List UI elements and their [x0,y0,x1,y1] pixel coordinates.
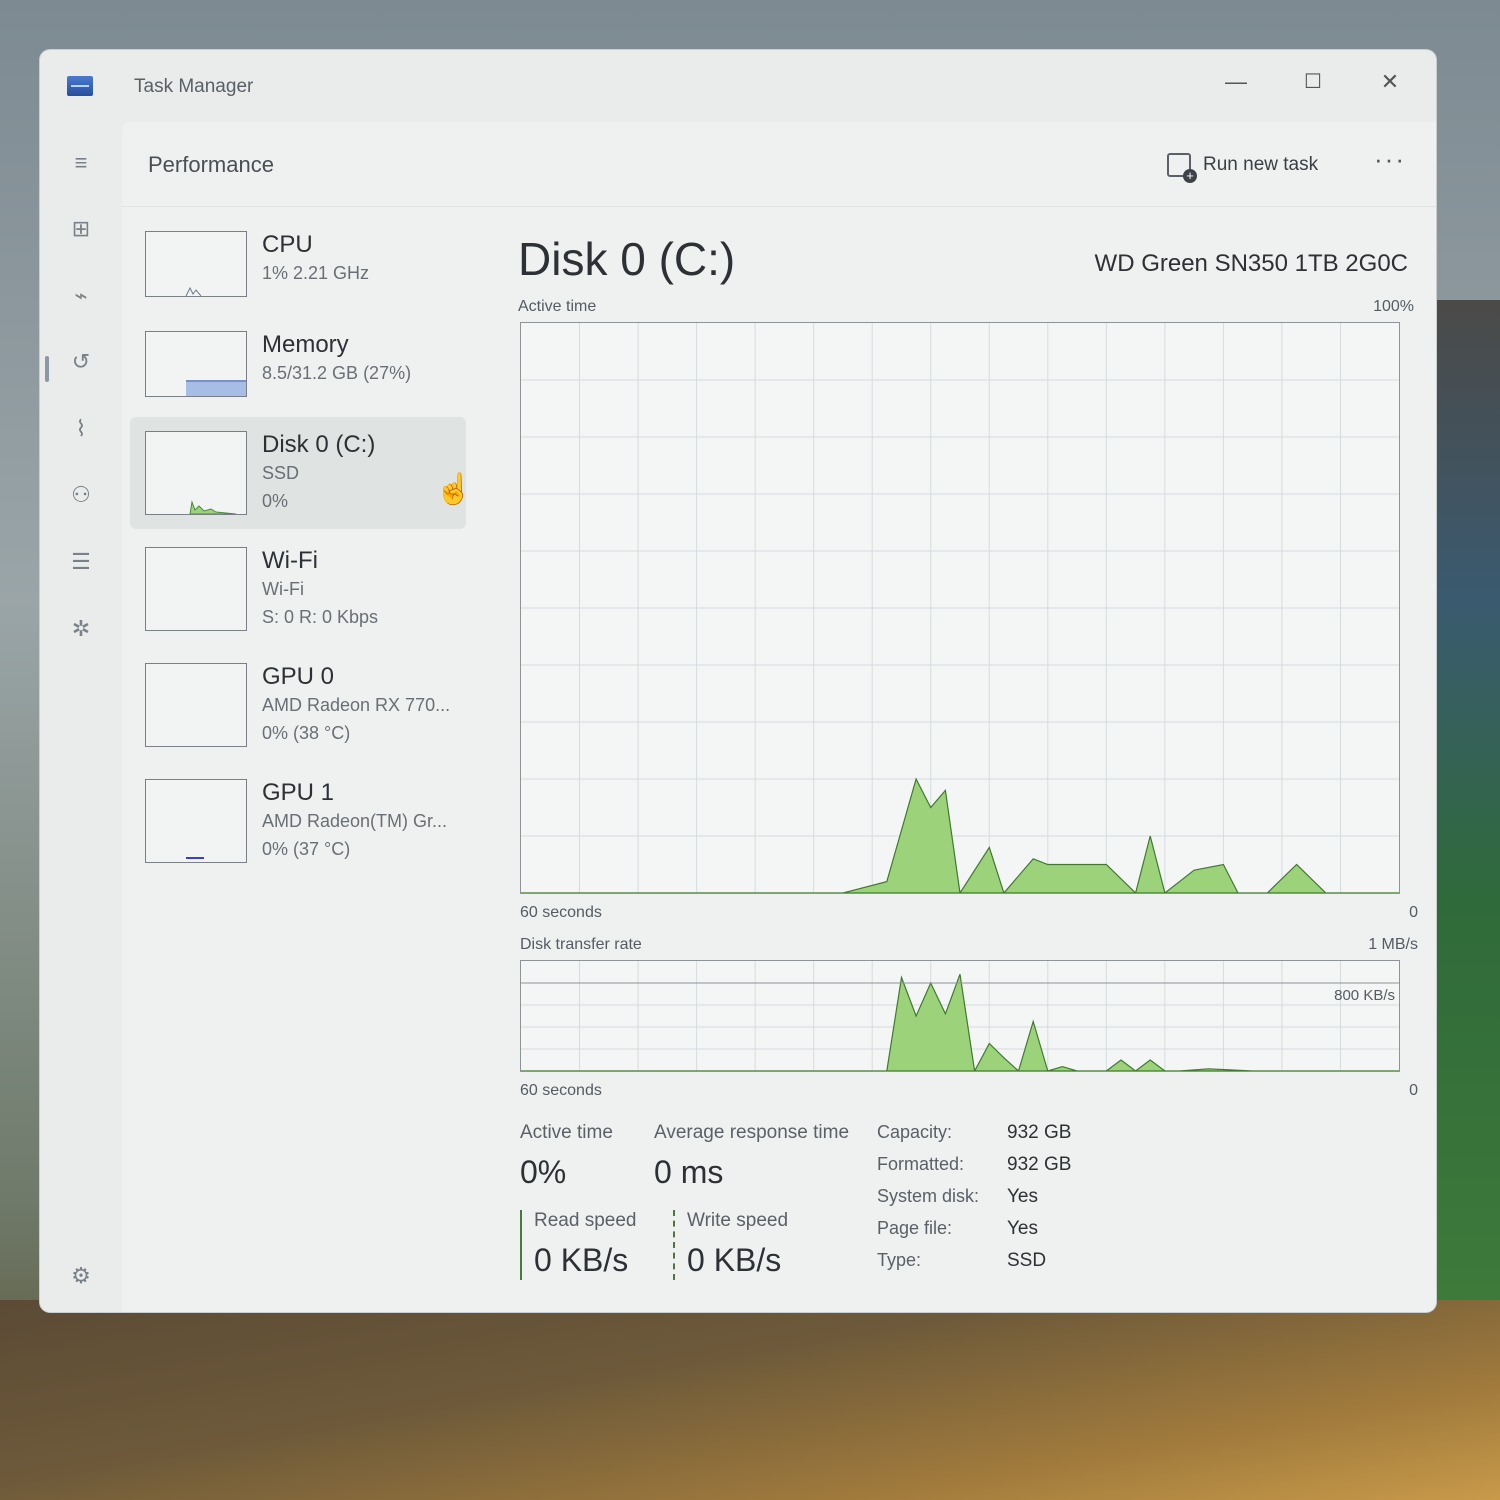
hamburger-icon[interactable]: ≡ [64,146,98,180]
read-speed-indicator [520,1210,522,1280]
wifi-thumbnail [145,547,247,631]
transfer-rate-chart-svg [521,961,1399,1073]
sidebar-item-gpu0[interactable]: GPU 0 AMD Radeon RX 770... 0% (38 °C) [130,649,466,761]
sidebar-item-gpu1[interactable]: GPU 1 AMD Radeon(TM) Gr... 0% (37 °C) [130,765,466,877]
details-icon[interactable]: ☰ [64,545,98,579]
disk-thumbnail [145,431,247,515]
sidebar-item-cpu[interactable]: CPU 1% 2.21 GHz [130,217,466,329]
page-file-label: Page file: [877,1218,953,1238]
read-speed-value: 0 KB/s [534,1242,629,1278]
memory-usage: 8.5/31.2 GB (27%) [262,363,412,383]
type-value: SSD [1007,1250,1047,1271]
active-time-value: 0% [520,1154,567,1190]
gpu1-name: AMD Radeon(TM) Gr... [262,811,448,831]
active-time-chart-xleft: 60 seconds [520,904,602,921]
users-icon[interactable]: ⚇ [64,478,98,512]
memory-title: Memory [262,331,349,358]
cpu-title: CPU [262,231,313,258]
active-time-label: Active time [520,1122,613,1143]
transfer-chart-label: Disk transfer rate [520,936,642,953]
gpu0-thumbnail [145,663,247,747]
transfer-chart-max: 1 MB/s [1368,936,1418,953]
startup-apps-icon[interactable]: ⌇ [64,412,98,446]
wifi-name: Wi-Fi [262,579,304,599]
page-title: Performance [148,152,274,177]
cpu-usage: 1% 2.21 GHz [262,263,370,283]
gpu1-title: GPU 1 [262,779,335,806]
gpu1-usage: 0% (37 °C) [262,839,351,859]
minimize-button[interactable]: — [1206,62,1266,102]
services-icon[interactable]: ✲ [64,612,98,646]
app-history-icon[interactable]: ↺ [64,345,98,379]
task-manager-icon [67,76,93,96]
task-manager-window: Task Manager — ☐ ✕ ≡ ⊞ ⌁ ↺ ⌇ ⚇ ☰ ✲ ⚙ Per… [40,50,1436,1312]
active-time-chart-svg [521,323,1399,895]
sidebar-item-disk0[interactable]: Disk 0 (C:) SSD 0% ☝ [130,417,472,529]
nav-rail: ≡ ⊞ ⌁ ↺ ⌇ ⚇ ☰ ✲ ⚙ [40,122,122,1312]
active-time-chart-xright: 0 [1409,904,1418,921]
content-pane: Performance Run new task ··· CPU 1% 2.21… [122,122,1436,1312]
avg-response-value: 0 ms [654,1154,724,1190]
performance-icon[interactable]: ⌁ [64,279,98,313]
window-title: Task Manager [134,76,254,97]
transfer-chart-mid: 800 KB/s [1334,987,1395,1004]
run-new-task-label: Run new task [1203,154,1319,175]
active-time-chart-label: Active time [518,298,597,315]
desktop-wallpaper-right [1430,300,1500,1300]
active-indicator [45,356,49,382]
run-task-icon [1167,153,1197,183]
title-bar: Task Manager — ☐ ✕ [40,50,1436,122]
disk-type: SSD [262,463,300,483]
transfer-chart-xleft: 60 seconds [520,1082,602,1099]
system-disk-label: System disk: [877,1186,980,1206]
disk-usage: 0% [262,491,289,511]
write-speed-label: Write speed [687,1210,789,1231]
maximize-button[interactable]: ☐ [1283,62,1343,102]
gpu1-thumbnail [145,779,247,863]
system-disk-value: Yes [1007,1186,1038,1207]
wifi-throughput: S: 0 R: 0 Kbps [262,607,379,627]
gpu0-name: AMD Radeon RX 770... [262,695,451,715]
disk-model: WD Green SN350 1TB 2G0C [1094,250,1408,277]
sidebar-item-wifi[interactable]: Wi-Fi Wi-Fi S: 0 R: 0 Kbps [130,533,466,645]
read-speed-label: Read speed [534,1210,637,1231]
transfer-rate-chart: 800 KB/s [520,960,1400,1073]
gpu0-title: GPU 0 [262,663,335,690]
desktop-wallpaper-bottom [0,1300,1500,1500]
memory-thumbnail [145,331,247,397]
settings-icon[interactable]: ⚙ [64,1259,98,1293]
formatted-label: Formatted: [877,1154,965,1174]
more-options-button[interactable]: ··· [1374,144,1406,175]
series-area [521,973,1399,1073]
cpu-thumbnail [145,231,247,297]
close-button[interactable]: ✕ [1360,62,1420,102]
sidebar-item-memory[interactable]: Memory 8.5/31.2 GB (27%) [130,317,466,429]
capacity-value: 932 GB [1007,1122,1072,1143]
formatted-value: 932 GB [1007,1154,1072,1175]
write-speed-indicator [673,1210,675,1280]
wifi-title: Wi-Fi [262,547,318,574]
gpu0-usage: 0% (38 °C) [262,723,351,743]
transfer-chart-xright: 0 [1409,1082,1418,1099]
avg-response-label: Average response time [654,1122,850,1143]
header-divider [122,206,1436,207]
detail-title: Disk 0 (C:) [518,233,736,285]
disk-title: Disk 0 (C:) [262,431,376,458]
write-speed-value: 0 KB/s [687,1242,782,1278]
type-label: Type: [877,1250,922,1270]
page-file-value: Yes [1007,1218,1038,1239]
processes-icon[interactable]: ⊞ [64,212,98,246]
capacity-label: Capacity: [877,1122,953,1142]
active-time-chart [520,322,1400,895]
hand-cursor-icon: ☝ [435,473,473,506]
active-time-chart-max: 100% [1373,298,1414,315]
run-new-task-button[interactable]: Run new task [1167,148,1319,183]
